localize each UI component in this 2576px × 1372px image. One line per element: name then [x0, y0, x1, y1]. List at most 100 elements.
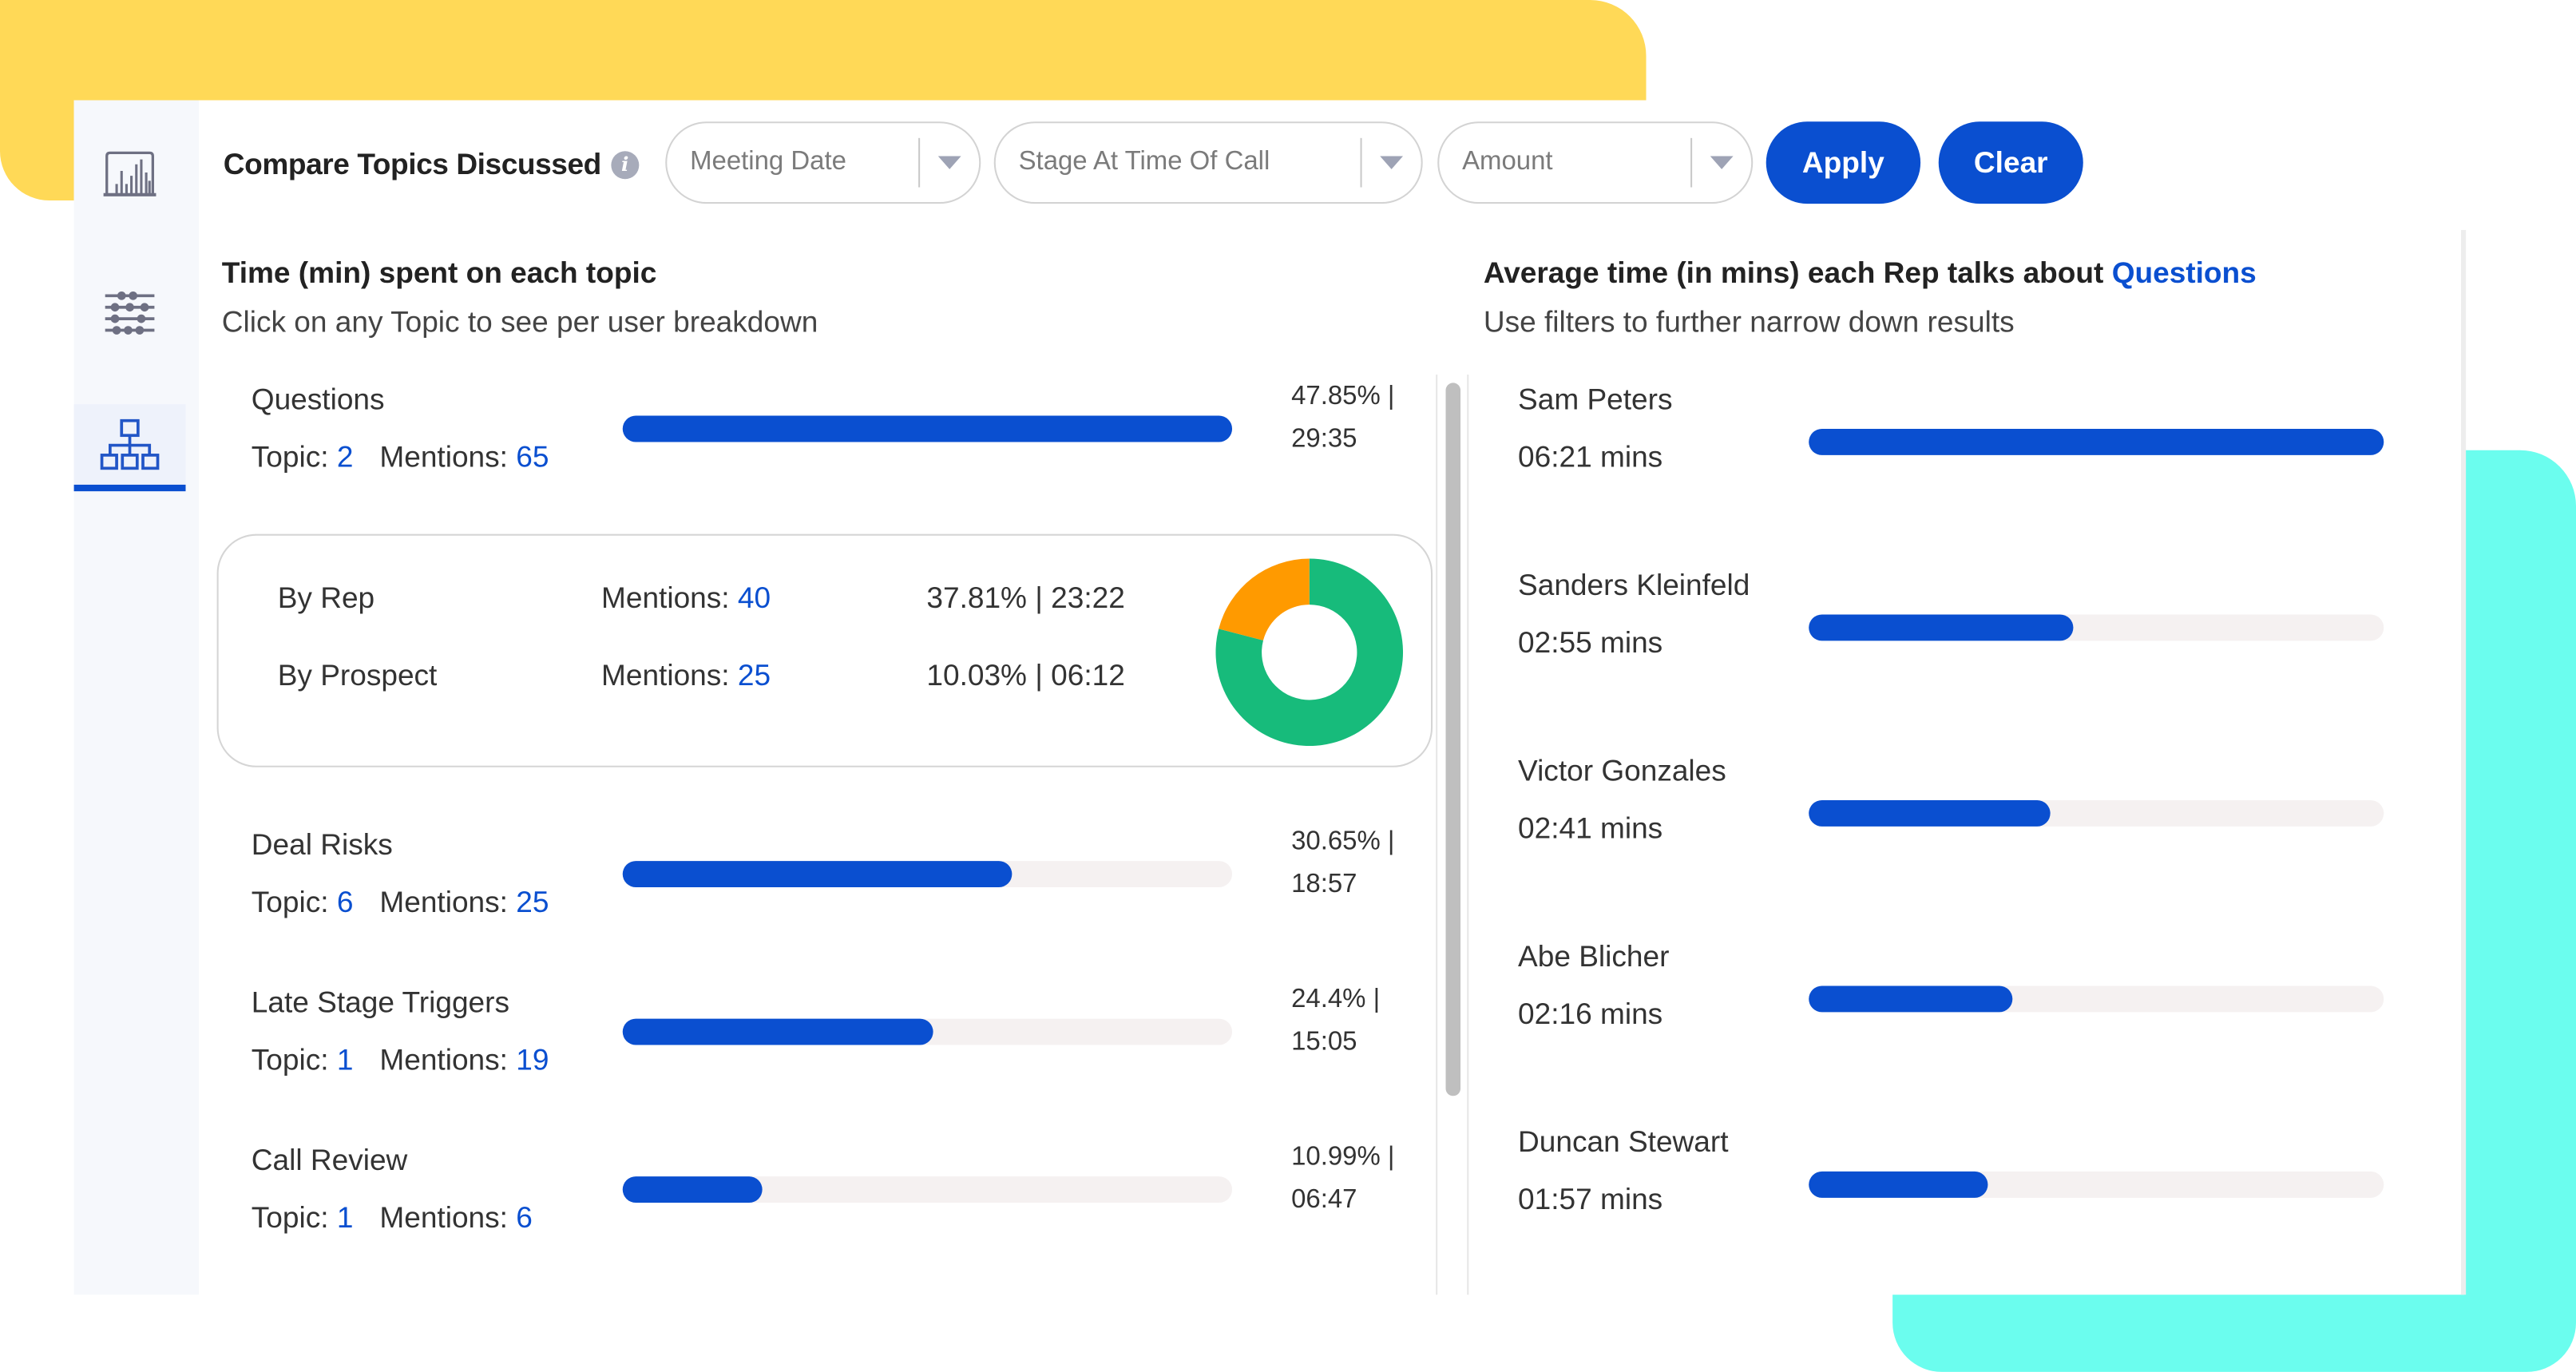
mentions-label: Mentions: [601, 659, 730, 692]
apply-button[interactable]: Apply [1766, 121, 1921, 204]
breakdown-mentions: Mentions: 25 [601, 659, 771, 693]
hierarchy-icon [100, 418, 160, 470]
topic-stat: 10.99% | 06:47 [1291, 1137, 1394, 1223]
rep-progress-track [1809, 799, 2384, 827]
rep-time: 02:41 mins [1518, 811, 1663, 845]
topic-progress-fill [622, 1018, 933, 1045]
topic-label: Topic: [251, 440, 329, 474]
breakdown-mentions: Mentions: 40 [601, 581, 771, 616]
sidebar-item-topics[interactable] [73, 404, 186, 486]
topic-name[interactable]: Late Stage Triggers [252, 985, 509, 1020]
sidebar-item-filters[interactable] [74, 273, 186, 355]
right-heading-text: Average time (in mins) each Rep talks ab… [1483, 256, 2112, 290]
topic-count[interactable]: 1 [337, 1201, 354, 1234]
topic-meta: Topic: 1 Mentions: 6 [252, 1201, 533, 1235]
rep-progress-track [1809, 1171, 2384, 1198]
rep-row[interactable]: Victor Gonzales 02:41 mins [1518, 754, 2405, 886]
right-subheading: Use filters to further narrow down resul… [1483, 305, 2015, 339]
rep-time: 01:57 mins [1518, 1183, 1663, 1216]
select-label: Amount [1462, 148, 1553, 176]
rep-row[interactable]: Sam Peters 06:21 mins [1518, 383, 2405, 514]
rep-progress-track [1809, 428, 2384, 455]
chevron-down-icon[interactable] [1692, 156, 1751, 169]
mentions-label: Mentions: [379, 440, 508, 474]
selected-topic-link[interactable]: Questions [2112, 256, 2257, 289]
rep-progress-fill [1809, 985, 2013, 1013]
rep-time: 02:16 mins [1518, 997, 1663, 1030]
topic-percent: 10.99% | [1291, 1143, 1395, 1172]
mentions-count[interactable]: 65 [516, 440, 549, 473]
right-panel-border [2460, 230, 2467, 1295]
bar-chart-icon [103, 151, 157, 196]
rep-progress-fill [1809, 799, 2051, 827]
topic-row[interactable]: Call Review Topic: 1 Mentions: 6 10.99% |… [252, 1144, 1434, 1259]
select-label: Meeting Date [690, 148, 846, 176]
topic-progress-track [622, 861, 1233, 887]
breakdown-stat: 10.03% | 06:12 [926, 659, 1125, 692]
topic-breakdown-card: By Rep Mentions: 40 37.81% | 23:22 By Pr… [216, 533, 1433, 767]
topic-progress-track [622, 415, 1233, 442]
topic-row[interactable]: Questions Topic: 2 Mentions: 65 47.85% | 2… [252, 383, 1434, 498]
rep-time: 02:55 mins [1518, 625, 1663, 660]
mentions-label: Mentions: [379, 1043, 508, 1077]
left-subheading: Click on any Topic to see per user break… [221, 305, 818, 339]
mentions-count[interactable]: 25 [516, 886, 549, 918]
active-tab-indicator [73, 484, 186, 492]
rep-name: Sanders Kleinfeld [1518, 568, 1750, 602]
topic-meta: Topic: 6 Mentions: 25 [252, 886, 549, 920]
rep-row[interactable]: Abe Blicher 02:16 mins [1518, 940, 2405, 1072]
rep-name: Sam Peters [1518, 383, 1673, 416]
rep-progress-track [1809, 985, 2384, 1013]
mentions-count[interactable]: 19 [516, 1043, 549, 1076]
sidebar [73, 100, 199, 1295]
topic-label: Topic: [251, 1200, 329, 1235]
rep-name: Victor Gonzales [1518, 754, 1726, 787]
rep-time: 06:21 mins [1518, 440, 1663, 474]
meeting-date-select[interactable]: Meeting Date [665, 121, 981, 204]
mentions-value[interactable]: 40 [738, 581, 771, 614]
donut-slice-by-prospect [1219, 558, 1310, 640]
rep-row[interactable]: Sanders Kleinfeld 02:55 mins [1518, 569, 2405, 700]
mentions-value[interactable]: 25 [738, 659, 771, 692]
mentions-count[interactable]: 6 [516, 1201, 533, 1234]
topic-time: 18:57 [1291, 870, 1357, 899]
topic-meta: Topic: 1 Mentions: 19 [252, 1043, 549, 1077]
topic-stat: 47.85% | 29:35 [1291, 376, 1394, 462]
topic-name[interactable]: Deal Risks [252, 828, 393, 862]
info-icon[interactable]: i [611, 150, 640, 179]
topic-progress-track [622, 1018, 1233, 1045]
topic-percent: 30.65% | [1291, 827, 1395, 856]
breakdown-label: By Rep [277, 581, 375, 615]
rep-progress-track [1809, 614, 2384, 641]
topic-time: 15:05 [1291, 1028, 1357, 1057]
rep-name: Duncan Stewart [1518, 1125, 1729, 1159]
chevron-down-icon[interactable] [920, 156, 979, 169]
clear-button[interactable]: Clear [1938, 121, 2083, 204]
scrollbar-thumb[interactable] [1445, 383, 1461, 1096]
topic-count[interactable]: 6 [337, 886, 354, 918]
topic-progress-track [622, 1176, 1233, 1203]
header: Compare Topics Discussed i [224, 121, 652, 207]
topic-row[interactable]: Late Stage Triggers Topic: 1 Mentions: 19… [252, 985, 1434, 1100]
chevron-down-icon[interactable] [1362, 156, 1421, 169]
mentions-label: Mentions: [379, 885, 508, 919]
left-heading: Time (min) spent on each topic [221, 256, 657, 290]
sidebar-item-analytics[interactable] [74, 133, 186, 216]
rep-progress-fill [1809, 1171, 1988, 1198]
topic-percent: 24.4% | [1291, 985, 1381, 1014]
topic-row[interactable]: Deal Risks Topic: 6 Mentions: 25 30.65% |… [252, 828, 1434, 943]
topic-name[interactable]: Questions [252, 383, 385, 417]
topic-name[interactable]: Call Review [252, 1144, 408, 1178]
topic-time: 29:35 [1291, 425, 1357, 454]
rep-row[interactable]: Duncan Stewart 01:57 mins [1518, 1125, 2405, 1257]
sliders-icon [105, 291, 155, 335]
rep-progress-fill [1809, 428, 2384, 455]
topic-label: Topic: [251, 885, 329, 919]
topic-count[interactable]: 2 [337, 440, 354, 473]
topic-count[interactable]: 1 [337, 1043, 354, 1076]
topic-percent: 47.85% | [1291, 383, 1395, 411]
stage-select[interactable]: Stage At Time Of Call [993, 121, 1423, 204]
rep-progress-fill [1809, 614, 2074, 641]
right-heading: Average time (in mins) each Rep talks ab… [1484, 256, 2257, 291]
amount-select[interactable]: Amount [1437, 121, 1754, 204]
